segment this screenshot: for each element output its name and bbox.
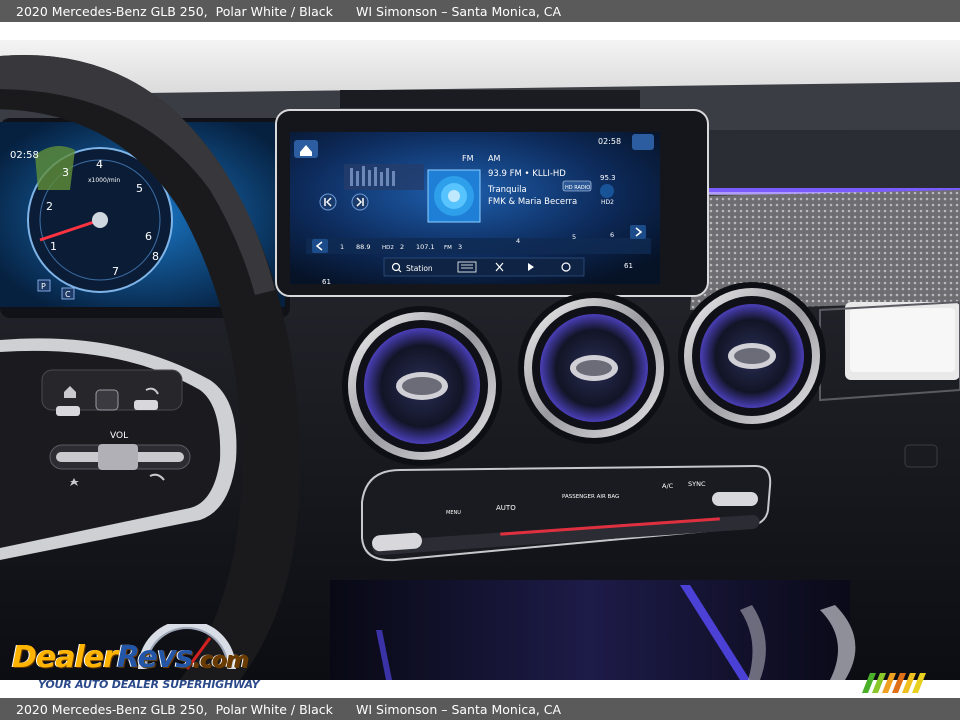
dashboard-illustration: 02:58 x1000/min 1 2 3 4 5 6 7 8 P C FM A… [0,40,960,680]
climate-label: PASSENGER AIR BAG [562,494,619,500]
watermark-tagline: YOUR AUTO DEALER SUPERHIGHWAY [38,678,260,691]
temperature-right: 61 [624,262,633,270]
air-vent-left[interactable] [342,306,502,466]
caption-dealer: WI Simonson – Santa Monica, CA [356,3,562,19]
preset-item[interactable]: 107.1 [416,243,435,251]
preset-item[interactable]: 2 [400,243,404,251]
preset-item[interactable]: HD2 [382,245,394,251]
gauge-tick: 6 [145,230,152,243]
climate-label[interactable]: MENU [446,510,461,516]
preset-item[interactable]: 6 [610,231,614,239]
preset-item[interactable]: 4 [516,237,520,245]
cluster-time: 02:58 [10,150,39,161]
side-badge: HD2 [601,199,614,206]
climate-label[interactable]: SYNC [688,480,706,488]
air-vent-right[interactable] [678,282,826,430]
preset-left-arrow-icon[interactable] [312,239,328,253]
gauge-tick: 7 [112,265,119,278]
gauge-tick: 3 [62,166,69,179]
preset-item[interactable]: FM [444,245,452,251]
gear-indicator: P [41,282,46,291]
preset-right-arrow-icon[interactable] [630,225,646,239]
steering-button-left[interactable] [56,406,80,416]
dealerrevs-watermark: DealerRevs.com YOUR AUTO DEALER SUPERHIG… [12,624,272,692]
gauge-tick: 5 [136,182,143,195]
temperature-left: 61 [322,278,331,286]
artist-name: FMK & Maria Becerra [488,197,577,207]
band-fm-label: FM [462,154,474,163]
caption-bar-top: 2020 Mercedes-Benz GLB 250, Polar White … [0,0,960,22]
caption-bar-bottom: 2020 Mercedes-Benz GLB 250, Polar White … [0,698,960,720]
preset-item[interactable]: 88.9 [356,243,370,251]
band-am-label: AM [488,154,500,163]
watermark-wordmark: DealerRevs.com [12,640,249,675]
menu-icon[interactable] [632,134,654,150]
svg-text:HD RADIO: HD RADIO [565,185,590,191]
gauge-tick: 8 [152,250,159,263]
preset-item[interactable]: 1 [340,243,344,251]
preset-item[interactable]: 5 [572,233,576,241]
climate-label[interactable]: AUTO [496,504,516,512]
cluster-rpm-label: x1000/min [88,177,120,184]
volume-thumb-control[interactable] [98,444,138,470]
temperature-slider-right[interactable] [712,492,758,506]
steering-button-right[interactable] [134,400,158,410]
caption-vehicle: 2020 Mercedes-Benz GLB 250, Polar White … [16,3,333,19]
station-name: 93.9 FM • KLLI-HD [488,169,566,179]
preset-item[interactable]: 3 [458,243,462,251]
gauge-tick: 4 [96,158,103,171]
vol-label: VOL [110,431,128,441]
dashboard-photo: 02:58 x1000/min 1 2 3 4 5 6 7 8 P C FM A… [0,40,960,680]
touch-control-button[interactable] [95,389,119,411]
station-button[interactable]: Station [406,264,433,273]
caption-vehicle: 2020 Mercedes-Benz GLB 250, Polar White … [16,701,333,717]
screen-time: 02:58 [598,137,621,146]
highway-stripes-logo [862,673,926,693]
side-frequency: 95.3 [600,174,616,182]
gauge-tick: 1 [50,240,57,253]
climate-label[interactable]: A/C [662,482,674,490]
caption-dealer: WI Simonson – Santa Monica, CA [356,701,562,717]
song-title: Tranquila [487,185,527,195]
air-vent-center[interactable] [518,292,670,444]
mode-indicator: C [65,290,71,299]
gauge-tick: 2 [46,200,53,213]
